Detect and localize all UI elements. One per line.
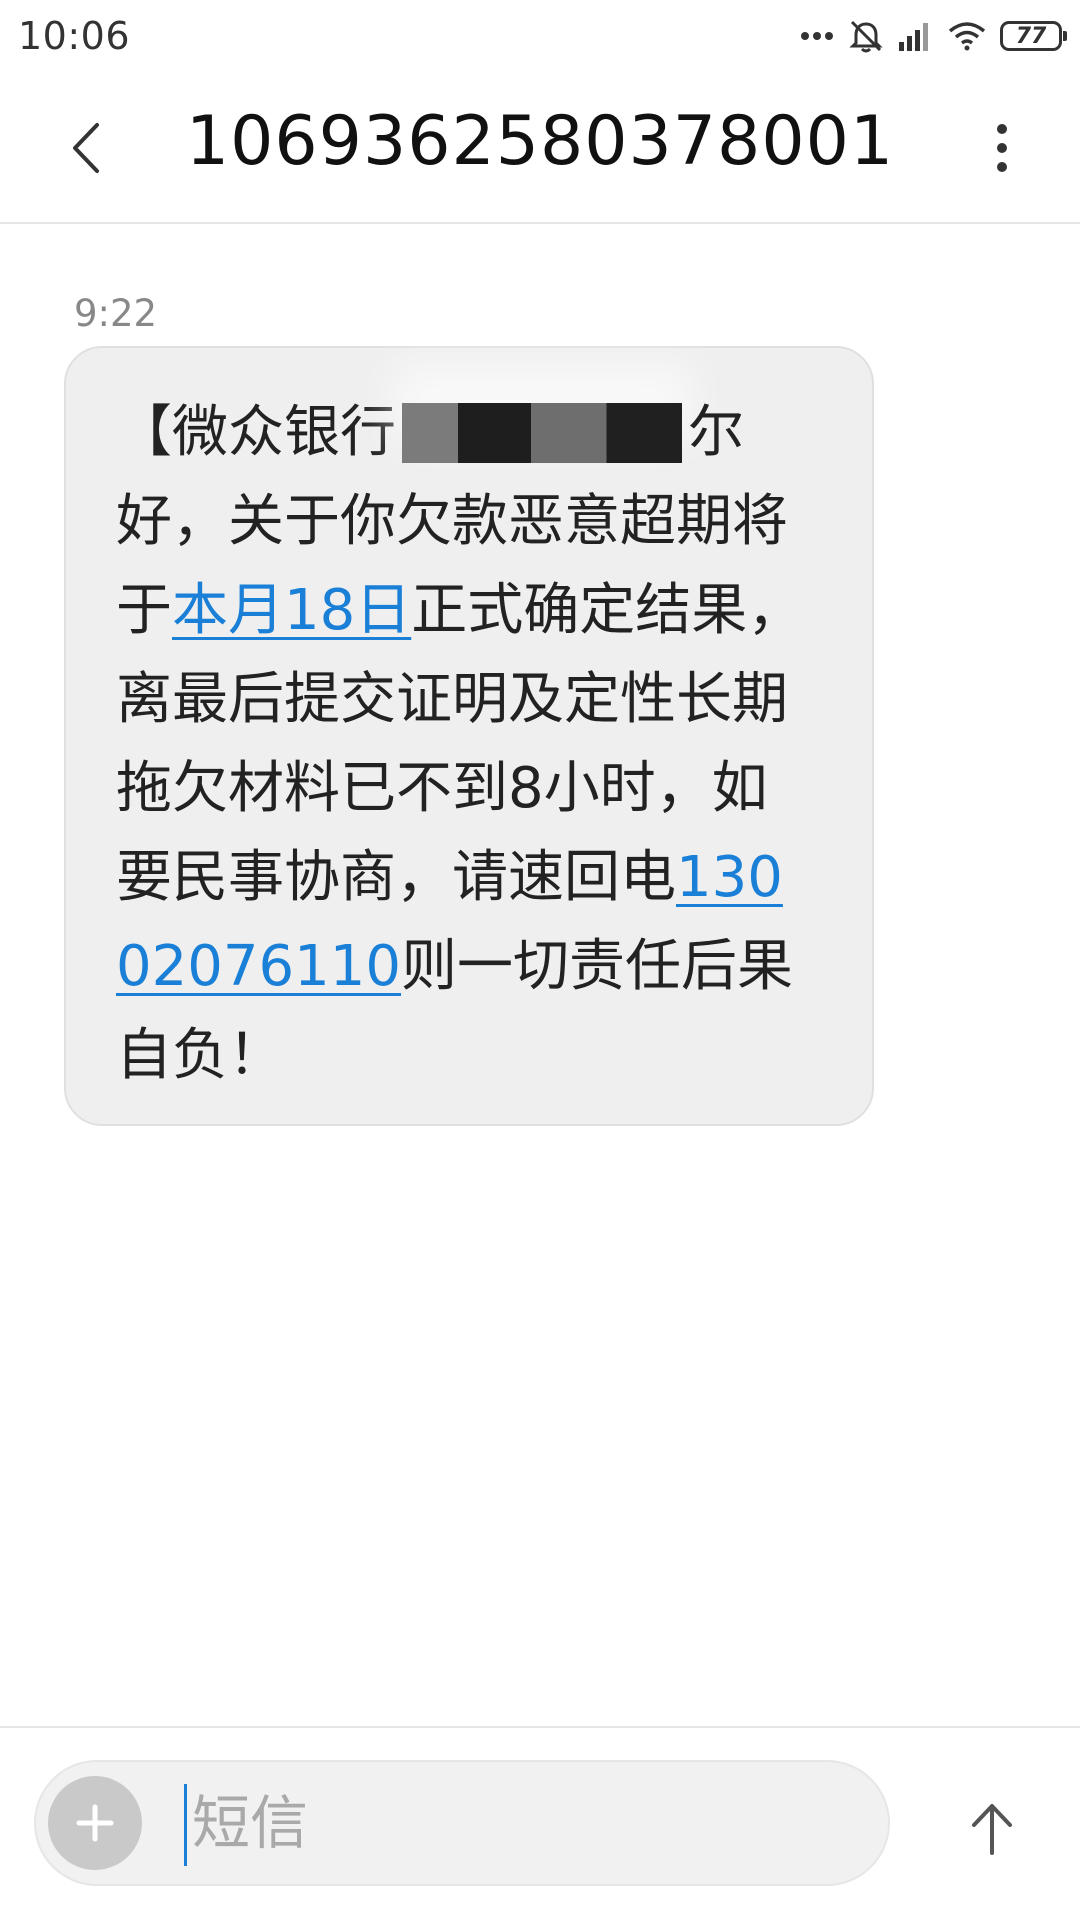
sms-conversation-screen: 10:06 77 1069362580378001 9:22 【微众银行 尔好，… xyxy=(0,0,1080,1920)
add-attachment-button[interactable] xyxy=(48,1776,142,1870)
battery-icon: 77 xyxy=(1000,21,1067,51)
back-button[interactable] xyxy=(56,116,116,180)
redacted-block xyxy=(402,402,682,463)
message-bubble[interactable]: 【微众银行 尔好，关于你欠款恶意超期将于本月18日正式确定结果，离最后提交证明及定… xyxy=(64,346,874,1126)
contact-number-title: 1069362580378001 xyxy=(185,102,895,181)
plus-icon xyxy=(76,1804,114,1842)
arrow-up-icon xyxy=(972,1804,1012,1855)
chevron-left-icon xyxy=(73,123,99,173)
wifi-icon xyxy=(948,22,986,51)
message-text: 【微众银行 尔好，关于你欠款恶意超期将于本月18日正式确定结果，离最后提交证明及定… xyxy=(116,388,816,1100)
conversation-header: 1069362580378001 xyxy=(0,72,1080,224)
more-options-button[interactable] xyxy=(990,116,1014,180)
date-link[interactable]: 本月18日 xyxy=(172,578,411,643)
signal-icon xyxy=(899,23,928,51)
alarm-off-icon xyxy=(849,20,883,53)
more-dots-icon xyxy=(801,32,833,40)
compose-field xyxy=(34,1760,890,1886)
status-bar: 10:06 77 xyxy=(0,0,1080,72)
battery-level: 77 xyxy=(1015,23,1047,49)
compose-bar xyxy=(0,1726,1080,1920)
message-text-part: 【微众银行 xyxy=(116,400,396,465)
text-cursor xyxy=(184,1784,187,1866)
status-icons: 77 xyxy=(800,16,1067,56)
message-timestamp: 9:22 xyxy=(74,292,158,335)
message-input[interactable] xyxy=(192,1778,832,1868)
vertical-dots-icon xyxy=(997,124,1007,172)
send-button[interactable] xyxy=(952,1788,1032,1868)
status-time: 10:06 xyxy=(18,14,131,58)
